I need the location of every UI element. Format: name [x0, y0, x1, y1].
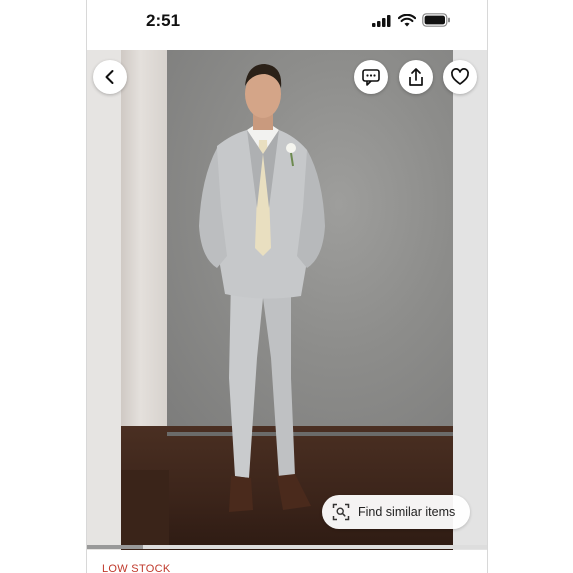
screenshot-frame: 2:51 Find similar items LOW STOCK: [0, 0, 573, 573]
model-figure: [199, 64, 325, 512]
photo-door-frame: [121, 50, 169, 470]
back-button[interactable]: [93, 60, 127, 94]
product-photo[interactable]: [87, 50, 487, 550]
photo-left-wall: [87, 50, 121, 550]
photo-right-wall: [453, 50, 487, 550]
heart-icon: [451, 68, 469, 85]
visual-search-icon: [331, 502, 351, 522]
message-icon: [362, 69, 380, 86]
share-icon: [409, 68, 423, 86]
photo-floor-left: [121, 470, 169, 550]
status-time: 2:51: [146, 11, 181, 30]
find-similar-label: Find similar items: [358, 505, 456, 519]
phone-screen: 2:51 Find similar items LOW STOCK: [86, 0, 488, 573]
message-button[interactable]: [354, 60, 388, 94]
wifi-icon: [397, 13, 417, 32]
signal-icon: [372, 14, 392, 32]
find-similar-button[interactable]: Find similar items: [322, 495, 470, 529]
share-button[interactable]: [399, 60, 433, 94]
chevron-left-icon: [105, 70, 114, 84]
carousel-indicator-thumb: [87, 545, 143, 549]
favorite-button[interactable]: [443, 60, 477, 94]
battery-icon: [422, 13, 451, 32]
status-icons: [372, 13, 451, 32]
carousel-indicator: [87, 545, 487, 549]
low-stock-label: LOW STOCK: [102, 563, 171, 573]
